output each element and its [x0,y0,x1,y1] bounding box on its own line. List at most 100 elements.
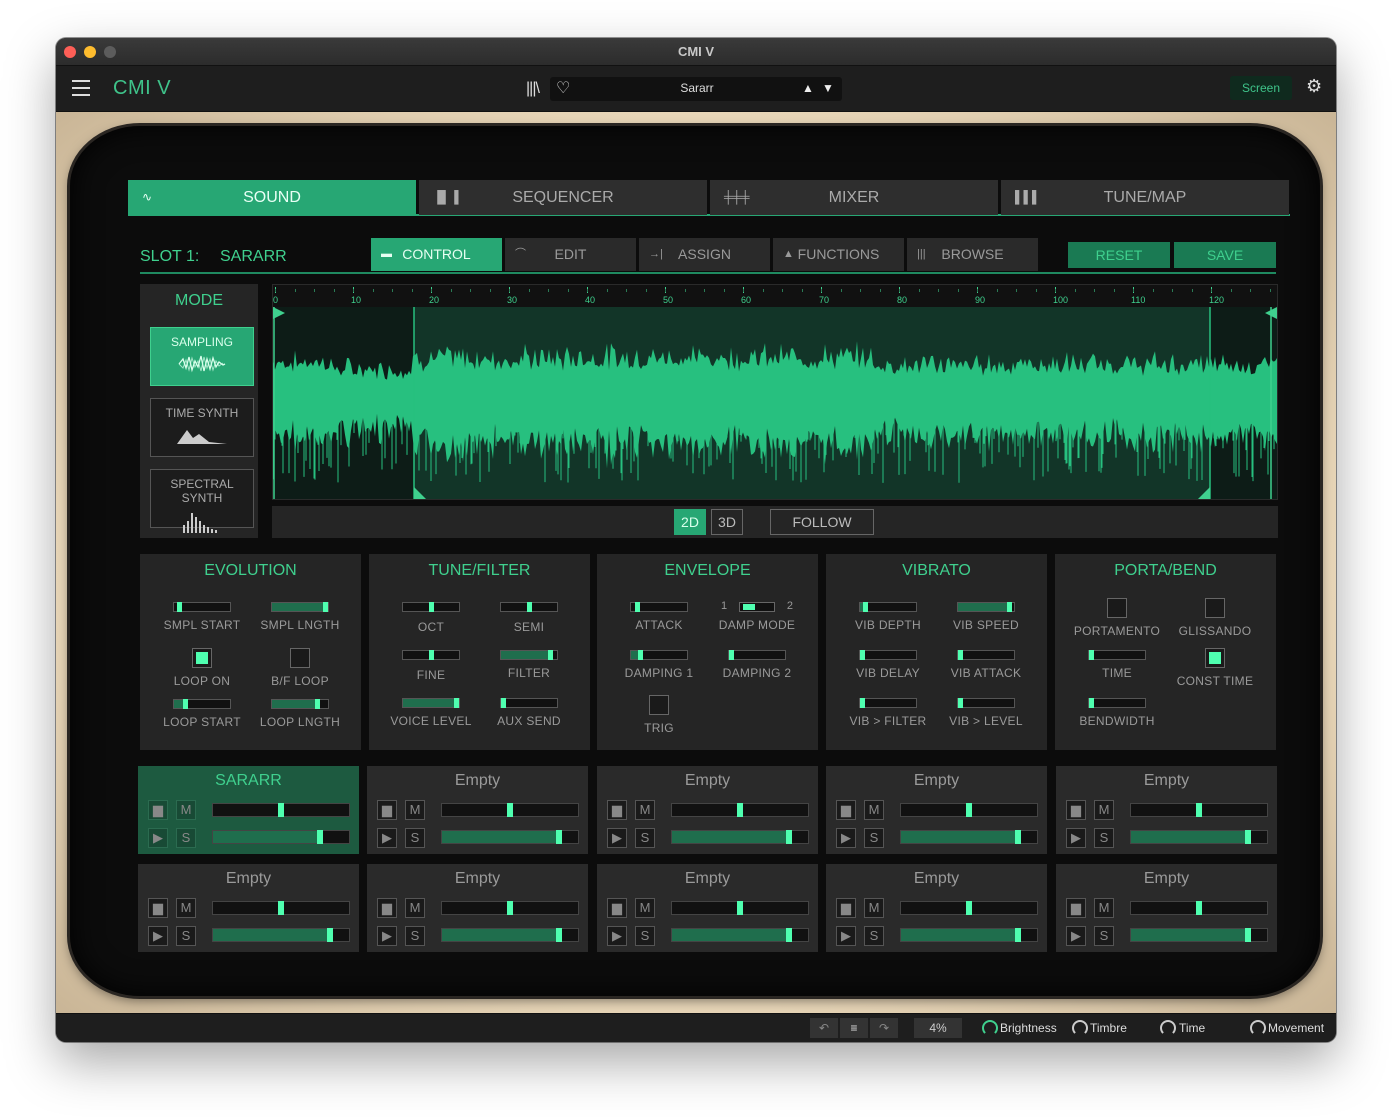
volume-knob[interactable] [317,830,323,844]
subtab-edit[interactable]: ⌒ EDIT [505,238,636,271]
play-icon[interactable]: ▶ [1066,926,1086,946]
reset-button[interactable]: RESET [1068,242,1170,268]
volume-knob[interactable] [1245,928,1251,942]
folder-icon[interactable]: ▆ [836,898,856,918]
pan-slider[interactable] [900,803,1038,817]
mode-spectral-synth-button[interactable]: SPECTRAL SYNTH [150,469,254,533]
solo-button[interactable]: S [635,926,655,946]
folder-icon[interactable]: ▆ [377,898,397,918]
fine-control[interactable]: FINE [381,650,481,682]
folder-icon[interactable]: ▆ [1066,800,1086,820]
play-icon[interactable]: ▶ [377,828,397,848]
solo-button[interactable]: S [405,926,425,946]
pan-slider[interactable] [212,803,350,817]
volume-slider[interactable] [671,830,809,844]
play-icon[interactable]: ▶ [607,926,627,946]
redo-icon[interactable]: ↷ [870,1018,898,1038]
volume-slider[interactable] [441,830,579,844]
play-icon[interactable]: ▶ [148,926,168,946]
pan-knob[interactable] [966,901,972,915]
damping-1-control[interactable]: DAMPING 1 [609,650,709,680]
mute-button[interactable]: M [176,800,196,820]
play-icon[interactable]: ▶ [836,828,856,848]
mode-time-synth-button[interactable]: TIME SYNTH [150,398,254,457]
volume-knob[interactable] [786,830,792,844]
pan-slider[interactable] [1130,901,1268,915]
pan-knob[interactable] [278,803,284,817]
pan-knob[interactable] [966,803,972,817]
preset-selector[interactable]: ♡ Sararr ▲ ▼ [550,77,842,101]
vib-filter-control[interactable]: VIB > FILTER [838,698,938,728]
pan-knob[interactable] [507,901,513,915]
volume-slider[interactable] [441,928,579,942]
mute-button[interactable]: M [635,898,655,918]
bf-loop-control[interactable]: B/F LOOP [250,648,350,688]
pan-slider[interactable] [900,901,1038,915]
volume-slider[interactable] [900,928,1038,942]
loop-lngth-control[interactable]: LOOP LNGTH [250,699,350,729]
vib-depth-control[interactable]: VIB DEPTH [838,602,938,632]
vib-attack-control[interactable]: VIB ATTACK [936,650,1036,680]
pan-knob[interactable] [278,901,284,915]
pan-knob[interactable] [1196,901,1202,915]
mute-button[interactable]: M [1094,800,1114,820]
bendwidth-control[interactable]: BENDWIDTH [1067,698,1167,728]
time-knob-icon[interactable] [1160,1020,1176,1036]
brightness-knob-icon[interactable] [982,1020,998,1036]
volume-knob[interactable] [556,830,562,844]
pan-knob[interactable] [737,901,743,915]
preset-name[interactable]: Sararr [564,81,830,95]
mode-sampling-button[interactable]: SAMPLING [150,327,254,386]
time-control[interactable]: TIME [1067,650,1167,680]
const-time-control[interactable]: CONST TIME [1165,648,1265,688]
solo-button[interactable]: S [1094,926,1114,946]
view-3d-button[interactable]: 3D [711,509,743,535]
tab-sequencer[interactable]: ▐▌▐ SEQUENCER [419,180,707,215]
folder-icon[interactable]: ▆ [836,800,856,820]
trig-control[interactable]: TRIG [609,695,709,735]
play-icon[interactable]: ▶ [377,926,397,946]
waveform-graph[interactable] [273,307,1277,499]
mute-button[interactable]: M [405,800,425,820]
volume-slider[interactable] [1130,830,1268,844]
subtab-functions[interactable]: ▲ FUNCTIONS [773,238,904,271]
waveform-display[interactable]: 0 10 20 30 40 50 60 70 80 90 100 110 120 [272,284,1278,500]
oct-control[interactable]: OCT [381,602,481,634]
mute-button[interactable]: M [864,800,884,820]
play-icon[interactable]: ▶ [1066,828,1086,848]
play-icon[interactable]: ▶ [836,926,856,946]
mute-button[interactable]: M [1094,898,1114,918]
mute-button[interactable]: M [176,898,196,918]
solo-button[interactable]: S [635,828,655,848]
gear-icon[interactable]: ⚙ [1306,76,1322,97]
play-icon[interactable]: ▶ [607,828,627,848]
mute-button[interactable]: M [405,898,425,918]
glissando-control[interactable]: GLISSANDO [1165,598,1265,638]
mute-button[interactable]: M [864,898,884,918]
vib-delay-control[interactable]: VIB DELAY [838,650,938,680]
save-button[interactable]: SAVE [1174,242,1276,268]
smpl-start-control[interactable]: SMPL START [152,602,252,632]
volume-slider[interactable] [671,928,809,942]
voice-level-control[interactable]: VOICE LEVEL [381,698,481,728]
solo-button[interactable]: S [405,828,425,848]
solo-button[interactable]: S [1094,828,1114,848]
attack-control[interactable]: ATTACK [609,602,709,632]
undo-icon[interactable]: ↶ [810,1018,838,1038]
folder-icon[interactable]: ▆ [148,800,168,820]
folder-icon[interactable]: ▆ [1066,898,1086,918]
follow-button[interactable]: FOLLOW [770,509,874,535]
folder-icon[interactable]: ▆ [607,800,627,820]
aux-send-control[interactable]: AUX SEND [479,698,579,728]
view-2d-button[interactable]: 2D [674,509,706,535]
volume-slider[interactable] [1130,928,1268,942]
volume-knob[interactable] [1015,830,1021,844]
solo-button[interactable]: S [176,828,196,848]
pan-slider[interactable] [441,901,579,915]
volume-slider[interactable] [212,830,350,844]
mute-button[interactable]: M [635,800,655,820]
solo-button[interactable]: S [864,926,884,946]
tab-mixer[interactable]: ╪╪╪ MIXER [710,180,998,215]
vib-level-control[interactable]: VIB > LEVEL [936,698,1036,728]
folder-icon[interactable]: ▆ [148,898,168,918]
